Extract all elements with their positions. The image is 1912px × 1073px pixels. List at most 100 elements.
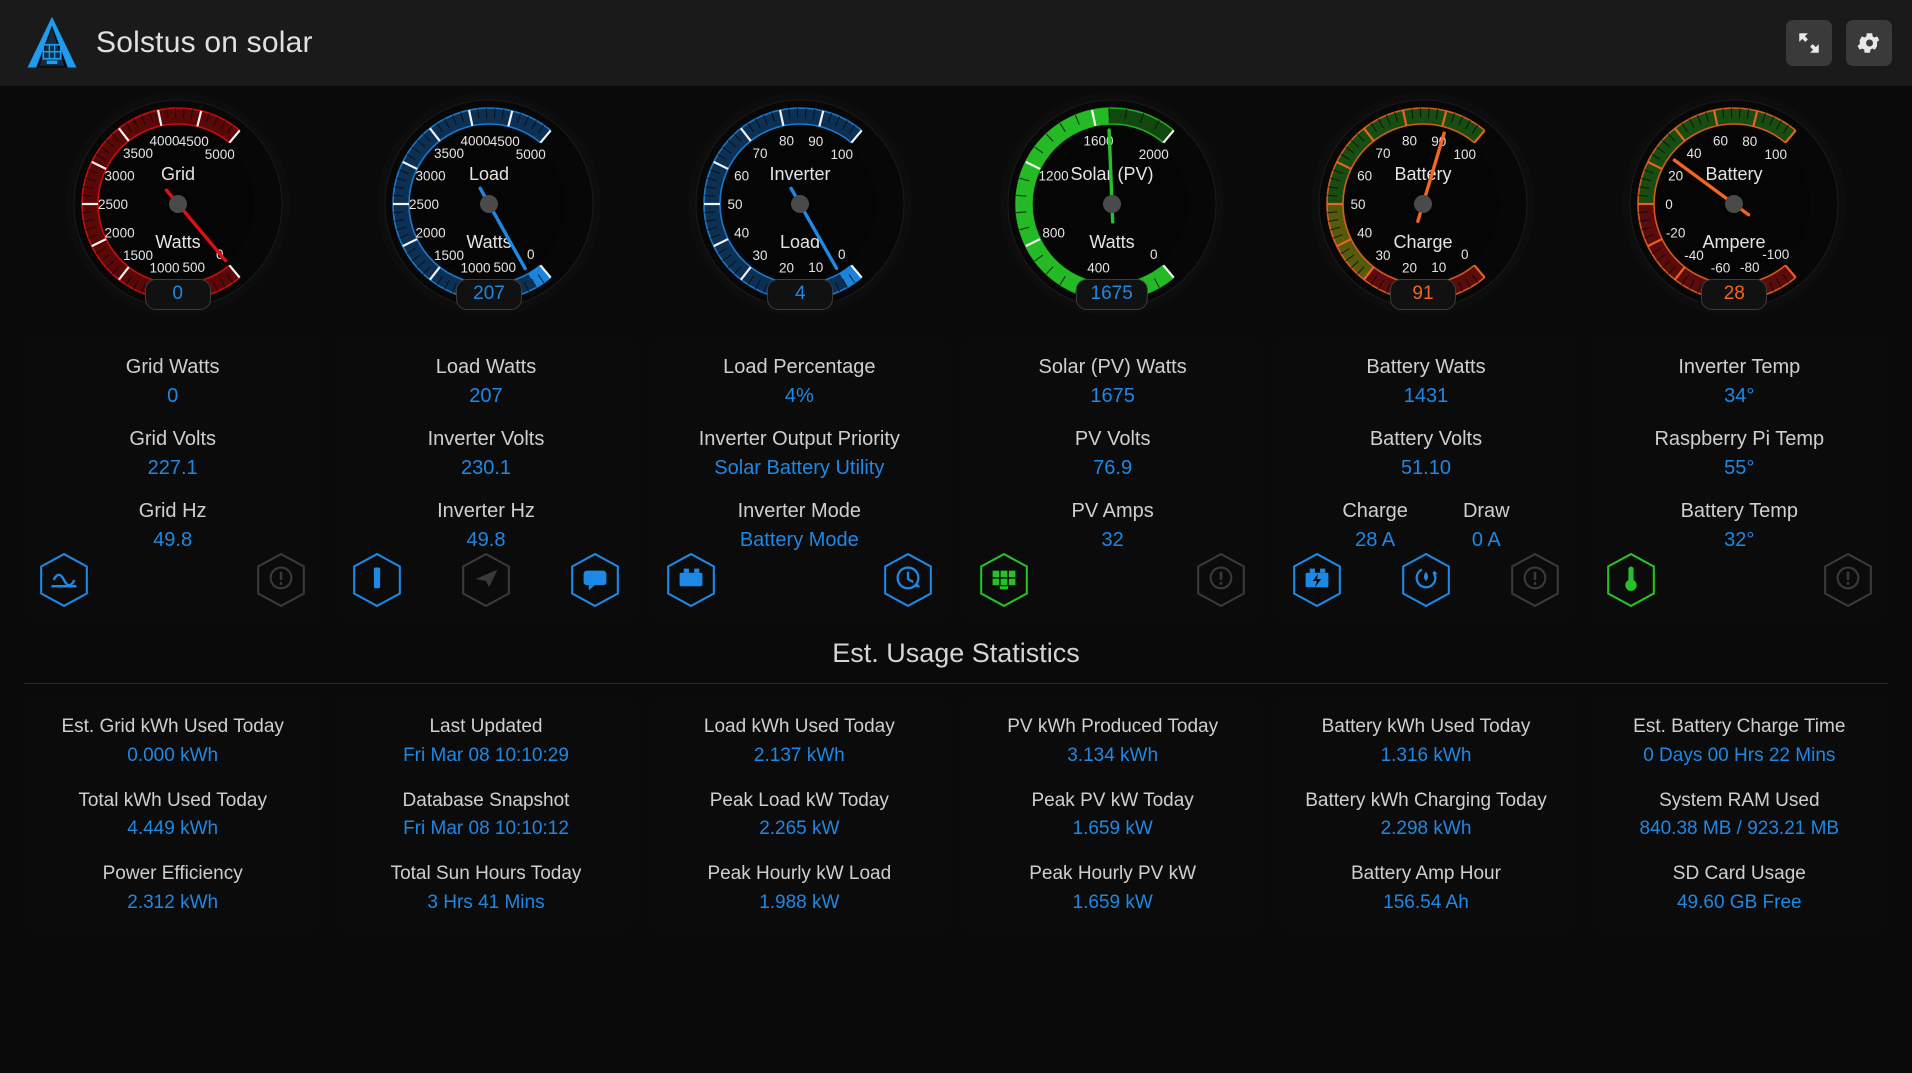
svg-text:5000: 5000 bbox=[516, 147, 546, 162]
header-actions bbox=[1786, 20, 1892, 66]
info-card-value: 32 bbox=[1102, 529, 1124, 552]
svg-text:100: 100 bbox=[1453, 147, 1476, 162]
gauge-dial: 0102030405060708090100InverterLoad4 bbox=[684, 92, 916, 324]
svg-text:30: 30 bbox=[753, 248, 768, 263]
gauge-row: 0500100015002000250030003500400045005000… bbox=[0, 86, 1912, 324]
gauge-value-text: 4 bbox=[795, 283, 806, 304]
svg-text:Battery: Battery bbox=[1394, 164, 1451, 184]
info-card-value: 4% bbox=[785, 385, 814, 408]
page-title: Solstus on solar bbox=[96, 26, 313, 60]
gauge-value-badge: 28 bbox=[1701, 279, 1767, 310]
info-card-value: 1675 bbox=[1090, 385, 1135, 408]
info-card: Load Percentage4%Inverter Output Priorit… bbox=[651, 338, 948, 620]
statistics-section-title: Est. Usage Statistics bbox=[0, 620, 1912, 673]
gauge-value-badge: 0 bbox=[145, 279, 211, 310]
svg-text:40: 40 bbox=[734, 225, 749, 240]
statistics-value: Fri Mar 08 10:10:12 bbox=[403, 818, 569, 841]
warning-alert-icon[interactable] bbox=[255, 552, 307, 608]
svg-text:1200: 1200 bbox=[1038, 169, 1068, 184]
warning-alert-icon[interactable] bbox=[1822, 552, 1874, 608]
fullscreen-expand-icon bbox=[1796, 30, 1822, 56]
warning-alert-icon[interactable] bbox=[1509, 552, 1561, 608]
gauge-dial: 0102030405060708090100BatteryCharge91 bbox=[1307, 92, 1539, 324]
statistics-label: Est. Grid kWh Used Today bbox=[61, 716, 283, 739]
info-card-value: 0 A bbox=[1472, 529, 1501, 552]
statistics-value: 3.134 kWh bbox=[1067, 745, 1158, 768]
statistics-label: Battery kWh Used Today bbox=[1322, 716, 1531, 739]
svg-text:1500: 1500 bbox=[123, 248, 153, 263]
thermometer-icon[interactable] bbox=[1605, 552, 1657, 608]
svg-text:Ampere: Ampere bbox=[1703, 232, 1766, 252]
info-card-value: 55° bbox=[1724, 457, 1754, 480]
info-card-label: Charge bbox=[1342, 500, 1408, 523]
info-card-value: 49.8 bbox=[467, 529, 506, 552]
info-card-value: 0 bbox=[167, 385, 178, 408]
statistics-label: PV kWh Produced Today bbox=[1007, 716, 1218, 739]
svg-text:30: 30 bbox=[1375, 248, 1390, 263]
clock-history-icon[interactable] bbox=[882, 552, 934, 608]
info-card-label: Inverter Mode bbox=[738, 500, 861, 523]
svg-text:60: 60 bbox=[1357, 169, 1372, 184]
sine-wave-icon[interactable] bbox=[38, 552, 90, 608]
info-cards-row: Grid Watts0Grid Volts227.1Grid Hz49.8Loa… bbox=[0, 324, 1912, 620]
statistics-label: Last Updated bbox=[429, 716, 542, 739]
svg-text:2000: 2000 bbox=[1138, 147, 1168, 162]
statistics-label: Power Efficiency bbox=[103, 863, 243, 886]
info-card-value: 227.1 bbox=[148, 457, 198, 480]
info-card-icon-bar bbox=[974, 552, 1251, 608]
svg-text:80: 80 bbox=[1402, 133, 1417, 148]
info-card-label: Inverter Temp bbox=[1678, 356, 1800, 379]
svg-text:-40: -40 bbox=[1685, 248, 1705, 263]
svg-text:-20: -20 bbox=[1666, 225, 1686, 240]
info-card-dual-left: Charge 28 A bbox=[1342, 500, 1408, 552]
svg-text:20: 20 bbox=[779, 261, 794, 276]
svg-text:40: 40 bbox=[1357, 225, 1372, 240]
statistics-card: Est. Battery Charge Time0 Days 00 Hrs 22… bbox=[1591, 698, 1888, 931]
info-card-label: Solar (PV) Watts bbox=[1039, 356, 1187, 379]
battery-cycle-icon[interactable] bbox=[1400, 552, 1452, 608]
info-card-label: PV Volts bbox=[1075, 428, 1151, 451]
info-card-label: Draw bbox=[1463, 500, 1510, 523]
gauge-grid-watts: 0500100015002000250030003500400045005000… bbox=[24, 92, 331, 324]
info-card-value: 28 A bbox=[1355, 529, 1395, 552]
statistics-value: 840.38 MB / 923.21 MB bbox=[1639, 818, 1839, 841]
gauge-dial: -100-80-60-40-20020406080100BatteryAmper… bbox=[1618, 92, 1850, 324]
fullscreen-button[interactable] bbox=[1786, 20, 1832, 66]
svg-text:Watts: Watts bbox=[1089, 232, 1134, 252]
gauge-value-text: 0 bbox=[172, 283, 183, 304]
info-card-dual-right: Draw 0 A bbox=[1463, 500, 1510, 552]
info-card: Battery Watts1431Battery Volts51.10Charg… bbox=[1277, 338, 1574, 620]
battery-charging-icon[interactable] bbox=[1291, 552, 1343, 608]
statistics-label: Battery kWh Charging Today bbox=[1305, 790, 1547, 813]
solar-panel-icon[interactable] bbox=[978, 552, 1030, 608]
info-card-label: PV Amps bbox=[1072, 500, 1154, 523]
svg-text:3000: 3000 bbox=[104, 169, 134, 184]
info-card-label: Grid Hz bbox=[139, 500, 207, 523]
gauge-inverter-load: 0102030405060708090100InverterLoad4 bbox=[647, 92, 954, 324]
info-card: Solar (PV) Watts1675PV Volts76.9PV Amps3… bbox=[964, 338, 1261, 620]
warning-alert-icon[interactable] bbox=[1195, 552, 1247, 608]
svg-text:Watts: Watts bbox=[155, 232, 200, 252]
statistics-cards-row: Est. Grid kWh Used Today0.000 kWhTotal k… bbox=[0, 684, 1912, 931]
gauge-value-badge: 4 bbox=[767, 279, 833, 310]
statistics-value: 2.312 kWh bbox=[127, 892, 218, 915]
svg-text:70: 70 bbox=[753, 146, 768, 161]
gauge-value-badge: 1675 bbox=[1076, 279, 1148, 310]
car-battery-icon[interactable] bbox=[665, 552, 717, 608]
svg-text:2500: 2500 bbox=[409, 197, 439, 212]
gauge-value-text: 207 bbox=[473, 283, 505, 304]
info-card-label: Inverter Volts bbox=[428, 428, 545, 451]
chat-message-icon[interactable] bbox=[569, 552, 621, 608]
svg-text:10: 10 bbox=[809, 260, 824, 275]
statistics-label: Battery Amp Hour bbox=[1351, 863, 1501, 886]
gauge-battery-charge: 0102030405060708090100BatteryCharge91 bbox=[1269, 92, 1576, 324]
svg-text:100: 100 bbox=[1765, 147, 1788, 162]
battery-level-icon[interactable] bbox=[351, 552, 403, 608]
settings-button[interactable] bbox=[1846, 20, 1892, 66]
info-card-label: Inverter Hz bbox=[437, 500, 535, 523]
telegram-send-icon[interactable] bbox=[460, 552, 512, 608]
svg-text:0: 0 bbox=[1461, 247, 1469, 262]
app-logo-icon bbox=[24, 15, 80, 71]
gauge-load-watts: 0500100015002000250030003500400045005000… bbox=[335, 92, 642, 324]
statistics-value: 2.298 kWh bbox=[1381, 818, 1472, 841]
